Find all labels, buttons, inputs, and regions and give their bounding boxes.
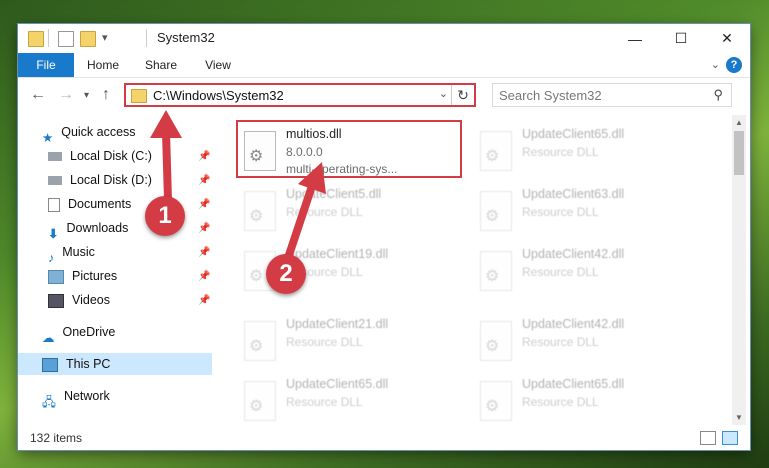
arrow-1 — [150, 110, 182, 201]
arrow-2 — [284, 162, 326, 260]
annotation-overlay — [150, 110, 326, 260]
callout-1: 1 — [145, 196, 185, 236]
callout-2: 2 — [266, 254, 306, 294]
